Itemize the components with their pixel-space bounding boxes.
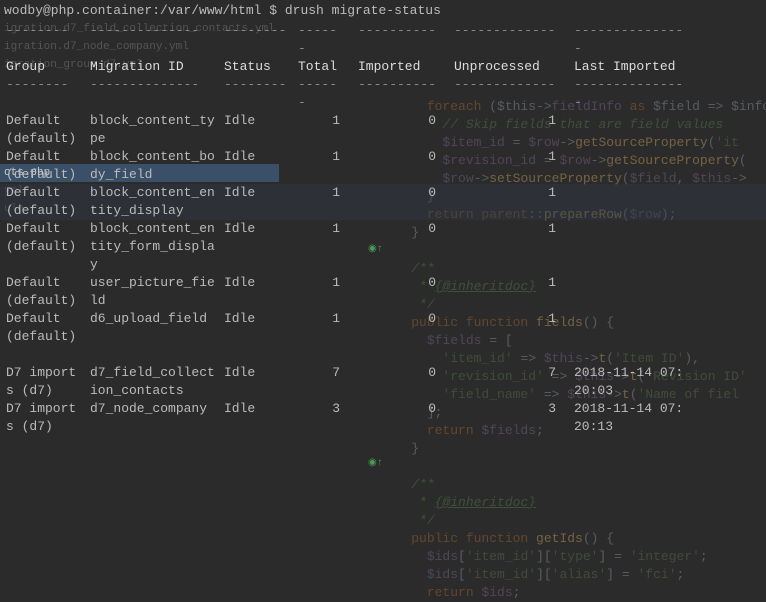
col-unprocessed: Unprocessed <box>452 58 572 76</box>
cell-total: 1 <box>296 112 356 148</box>
cell-unprocessed: 3 <box>452 400 572 436</box>
cell-last-imported: 2018-11-14 07:20:03 <box>572 364 692 400</box>
col-total: Total <box>296 58 356 76</box>
cell-last-imported: 2018-11-14 07:20:13 <box>572 400 692 436</box>
cell-status: Idle <box>222 184 296 220</box>
cell-migration-id: block_content_entity_form_display <box>88 220 222 274</box>
cell-status: Idle <box>222 148 296 184</box>
cell-imported: 0 <box>356 148 452 184</box>
cell-status: Idle <box>222 364 296 400</box>
cell-imported: 0 <box>356 310 452 346</box>
cell-group: Default (default) <box>4 220 88 274</box>
col-group: Group <box>4 58 88 76</box>
cell-status: Idle <box>222 220 296 274</box>
shell-prompt: wodby@php.container:/var/www/html $ drus… <box>0 0 766 22</box>
table-row: Default (default)block_content_entity_fo… <box>0 220 766 274</box>
cell-migration-id: d7_field_collection_contacts <box>88 364 222 400</box>
cell-imported: 0 <box>356 274 452 310</box>
cell-imported: 0 <box>356 364 452 400</box>
table-row: Default (default)user_picture_fieldIdle1… <box>0 274 766 310</box>
cell-status: Idle <box>222 400 296 436</box>
cell-migration-id: d7_node_company <box>88 400 222 436</box>
cell-group: Default (default) <box>4 112 88 148</box>
cell-total: 1 <box>296 220 356 274</box>
table-row: D7 imports (d7)d7_node_companyIdle303201… <box>0 400 766 436</box>
cell-status: Idle <box>222 274 296 310</box>
cell-total: 3 <box>296 400 356 436</box>
cell-unprocessed: 1 <box>452 184 572 220</box>
col-status: Status <box>222 58 296 76</box>
cell-migration-id: block_content_type <box>88 112 222 148</box>
cell-unprocessed: 1 <box>452 310 572 346</box>
table-row: Default (default)block_content_body_fiel… <box>0 148 766 184</box>
cell-last-imported <box>572 148 692 184</box>
cell-total: 1 <box>296 274 356 310</box>
cell-imported: 0 <box>356 400 452 436</box>
cell-last-imported <box>572 274 692 310</box>
cell-unprocessed: 1 <box>452 274 572 310</box>
cell-unprocessed: 1 <box>452 148 572 184</box>
col-imported: Imported <box>356 58 452 76</box>
cell-last-imported <box>572 220 692 274</box>
cell-total: 7 <box>296 364 356 400</box>
col-last-imported: Last Imported <box>572 58 692 76</box>
cell-migration-id: user_picture_field <box>88 274 222 310</box>
cell-imported: 0 <box>356 184 452 220</box>
table-row: Default (default)block_content_entity_di… <box>0 184 766 220</box>
table-separator: ----------------------------------------… <box>0 22 766 58</box>
cell-unprocessed: 7 <box>452 364 572 400</box>
cell-group: Default (default) <box>4 148 88 184</box>
cell-group: D7 imports (d7) <box>4 400 88 436</box>
table-row: Default (default)block_content_typeIdle1… <box>0 112 766 148</box>
cell-migration-id: d6_upload_field <box>88 310 222 346</box>
cell-unprocessed: 1 <box>452 220 572 274</box>
cell-total: 1 <box>296 184 356 220</box>
table-separator: ----------------------------------------… <box>0 76 766 112</box>
cell-imported: 0 <box>356 112 452 148</box>
cell-last-imported <box>572 310 692 346</box>
cell-total: 1 <box>296 310 356 346</box>
col-migration-id: Migration ID <box>88 58 222 76</box>
terminal-output[interactable]: wodby@php.container:/var/www/html $ drus… <box>0 0 766 534</box>
cell-imported: 0 <box>356 220 452 274</box>
cell-total: 1 <box>296 148 356 184</box>
table-row: D7 imports (d7)d7_field_collection_conta… <box>0 364 766 400</box>
table-row: Default (default)d6_upload_fieldIdle101 <box>0 310 766 346</box>
cell-group: Default (default) <box>4 310 88 346</box>
cell-status: Idle <box>222 310 296 346</box>
cell-group: Default (default) <box>4 184 88 220</box>
cell-migration-id: block_content_entity_display <box>88 184 222 220</box>
cell-status: Idle <box>222 112 296 148</box>
table-header: Group Migration ID Status Total Imported… <box>0 58 766 76</box>
cell-last-imported <box>572 112 692 148</box>
cell-group: D7 imports (d7) <box>4 364 88 400</box>
cell-last-imported <box>572 184 692 220</box>
cell-migration-id: block_content_body_field <box>88 148 222 184</box>
cell-unprocessed: 1 <box>452 112 572 148</box>
cell-group: Default (default) <box>4 274 88 310</box>
